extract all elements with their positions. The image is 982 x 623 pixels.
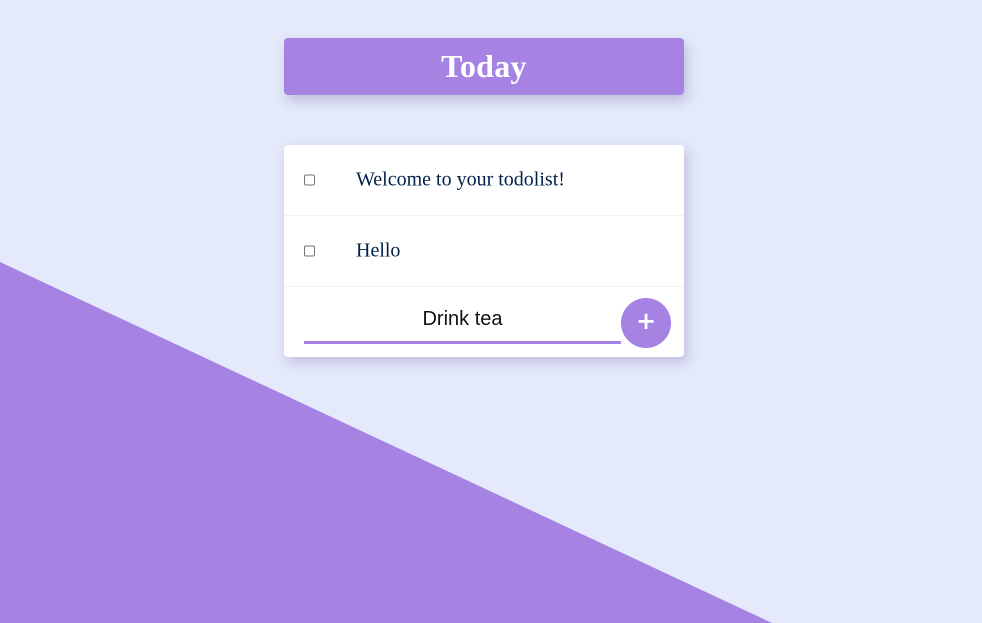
heading-box: Today <box>284 38 684 95</box>
item-label: Hello <box>356 239 401 262</box>
list-item: Welcome to your todolist! <box>284 145 684 216</box>
item-checkbox[interactable] <box>304 174 315 186</box>
list-item: Hello <box>284 216 684 287</box>
plus-icon: + <box>635 307 657 335</box>
new-item-input[interactable] <box>304 297 621 344</box>
new-item-form: + <box>284 287 684 357</box>
item-label: Welcome to your todolist! <box>356 168 565 191</box>
item-checkbox[interactable] <box>304 245 315 257</box>
todo-list-card: Welcome to your todolist! Hello + <box>284 145 684 357</box>
add-item-button[interactable]: + <box>621 298 671 348</box>
page-title: Today <box>441 48 527 84</box>
